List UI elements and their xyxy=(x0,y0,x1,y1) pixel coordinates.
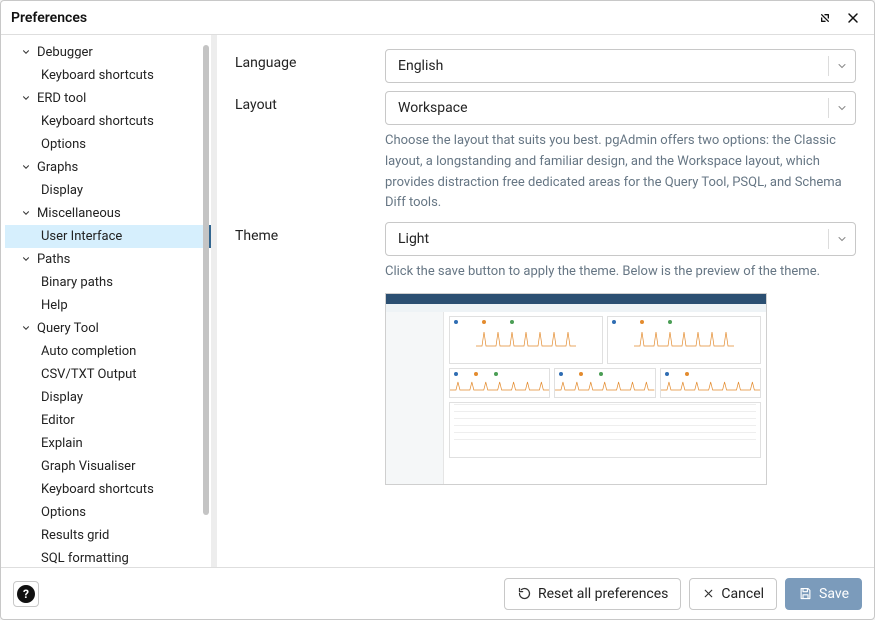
theme-select[interactable]: Light xyxy=(385,222,856,256)
theme-value: Light xyxy=(398,231,822,247)
tree-item[interactable]: Options xyxy=(5,133,211,156)
main-panel: Language English Layout Workspace xyxy=(217,35,874,567)
tree-item[interactable]: Explain xyxy=(5,432,211,455)
tree-item[interactable]: Keyboard shortcuts xyxy=(5,478,211,501)
sidebar-tree[interactable]: Debugger Keyboard shortcuts ERD tool Keyboa… xyxy=(1,35,211,567)
tree-item-label: SQL formatting xyxy=(41,551,129,566)
tree-item[interactable]: Display xyxy=(5,386,211,409)
dialog-footer: ? Reset all preferences Cancel Save xyxy=(1,567,874,619)
tree-item[interactable]: Keyboard shortcuts xyxy=(5,64,211,87)
tree-item[interactable]: Query Tool xyxy=(5,317,211,340)
tree-item-label: Keyboard shortcuts xyxy=(41,482,154,497)
tree-item-label: CSV/TXT Output xyxy=(41,367,137,382)
tree-item[interactable]: SQL formatting xyxy=(5,547,211,567)
tree-item-label: Explain xyxy=(41,436,83,451)
reset-label: Reset all preferences xyxy=(538,586,668,602)
tree-item-label: Debugger xyxy=(37,45,93,60)
tree-item[interactable]: Options xyxy=(5,501,211,524)
close-small-icon xyxy=(702,587,715,600)
dialog-title: Preferences xyxy=(11,10,87,26)
tree-item-label: Paths xyxy=(37,252,70,267)
tree-item-label: Binary paths xyxy=(41,275,113,290)
tree-item-label: ERD tool xyxy=(37,91,86,106)
tree-item-label: Options xyxy=(41,505,86,520)
tree-item[interactable]: Graph Visualiser xyxy=(5,455,211,478)
save-icon xyxy=(798,586,813,601)
layout-select[interactable]: Workspace xyxy=(385,91,856,125)
chevron-down-icon xyxy=(21,47,33,59)
save-label: Save xyxy=(819,586,849,602)
save-button[interactable]: Save xyxy=(785,578,862,610)
chevron-down-icon xyxy=(21,254,33,266)
tree-item-label: Keyboard shortcuts xyxy=(41,68,154,83)
language-value: English xyxy=(398,58,822,74)
tree-item-label: User Interface xyxy=(41,229,122,244)
label-theme: Theme xyxy=(235,222,385,244)
tree-item[interactable]: Paths xyxy=(5,248,211,271)
tree-item[interactable]: Binary paths xyxy=(5,271,211,294)
tree-item[interactable]: Editor xyxy=(5,409,211,432)
chevron-down-icon xyxy=(21,93,33,105)
tree-item[interactable]: Graphs xyxy=(5,156,211,179)
layout-help: Choose the layout that suits you best. p… xyxy=(385,131,856,214)
tree-item-label: Graph Visualiser xyxy=(41,459,135,474)
chevron-down-icon xyxy=(835,101,849,115)
tree-item[interactable]: Results grid xyxy=(5,524,211,547)
tree-item[interactable]: Keyboard shortcuts xyxy=(5,110,211,133)
reset-all-preferences-button[interactable]: Reset all preferences xyxy=(504,578,681,610)
help-button[interactable]: ? xyxy=(13,581,39,607)
tree-item[interactable]: CSV/TXT Output xyxy=(5,363,211,386)
tree-item-label: Display xyxy=(41,183,83,198)
tree-item[interactable]: ERD tool xyxy=(5,87,211,110)
help-icon: ? xyxy=(17,585,35,603)
tree-item[interactable]: Debugger xyxy=(5,41,211,64)
preferences-dialog: Preferences Debugger Keyboard shortcuts ER… xyxy=(0,0,875,620)
chevron-down-icon xyxy=(21,323,33,335)
tree-item-label: Results grid xyxy=(41,528,109,543)
tree-item-label: Editor xyxy=(41,413,75,428)
layout-value: Workspace xyxy=(398,100,822,116)
tree-item[interactable]: Miscellaneous xyxy=(5,202,211,225)
tree-item-label: Help xyxy=(41,298,68,313)
close-icon[interactable] xyxy=(842,7,864,29)
tree-item-label: Keyboard shortcuts xyxy=(41,114,154,129)
tree-item-label: Query Tool xyxy=(37,321,99,336)
label-layout: Layout xyxy=(235,91,385,113)
tree-item[interactable]: User Interface xyxy=(5,225,211,248)
tree-item-label: Miscellaneous xyxy=(37,206,121,221)
label-language: Language xyxy=(235,49,385,71)
tree-item[interactable]: Display xyxy=(5,179,211,202)
tree-item[interactable]: Auto completion xyxy=(5,340,211,363)
dialog-header: Preferences xyxy=(1,1,874,35)
language-select[interactable]: English xyxy=(385,49,856,83)
reset-icon xyxy=(517,586,532,601)
expand-icon[interactable] xyxy=(814,7,836,29)
chevron-down-icon xyxy=(835,59,849,73)
cancel-button[interactable]: Cancel xyxy=(689,578,777,610)
tree-item-label: Options xyxy=(41,137,86,152)
cancel-label: Cancel xyxy=(721,586,764,602)
tree-item-label: Auto completion xyxy=(41,344,136,359)
chevron-down-icon xyxy=(21,208,33,220)
chevron-down-icon xyxy=(835,232,849,246)
theme-help: Click the save button to apply the theme… xyxy=(385,262,856,283)
chevron-down-icon xyxy=(21,162,33,174)
tree-item-label: Display xyxy=(41,390,83,405)
sidebar-scrollbar[interactable] xyxy=(201,35,211,567)
theme-preview xyxy=(385,293,767,485)
tree-item[interactable]: Help xyxy=(5,294,211,317)
tree-item-label: Graphs xyxy=(37,160,78,175)
